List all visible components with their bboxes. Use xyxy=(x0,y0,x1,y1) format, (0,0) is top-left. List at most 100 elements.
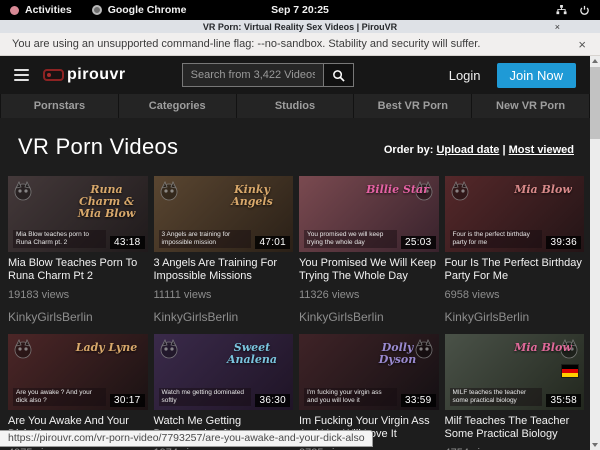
video-thumbnail[interactable]: Dolly Dyson I'm fucking your virgin ass a… xyxy=(299,334,439,410)
site-nav: PornstarsCategoriesStudiosBest VR PornNe… xyxy=(0,94,590,118)
studio-watermark-icon xyxy=(11,337,35,361)
page-title-row: VR Porn Videos Order by: Upload date | M… xyxy=(0,118,590,172)
join-now-button[interactable]: Join Now xyxy=(497,63,576,88)
order-by-label: Order by: xyxy=(384,144,434,156)
status-bar-url: https://pirouvr.com/vr-porn-video/779325… xyxy=(0,430,373,447)
nav-item-new-vr-porn[interactable]: New VR Porn xyxy=(471,94,590,118)
studio-watermark-icon xyxy=(157,179,181,203)
video-card[interactable]: Kinky Angels 3 Angels are training for im… xyxy=(154,176,294,324)
video-card[interactable]: Mia Blow MILF teaches the teacher some pr… xyxy=(445,334,585,450)
infobar-close-icon[interactable]: × xyxy=(578,37,588,52)
video-channel-link[interactable]: KinkyGirlsBerlin xyxy=(154,310,294,324)
thumbnail-overlay-title: Mia Blow xyxy=(507,342,579,354)
duration-badge: 39:36 xyxy=(546,236,581,249)
duration-badge: 30:17 xyxy=(110,394,145,407)
video-card[interactable]: Mia Blow Four is the perfect birthday par… xyxy=(445,176,585,324)
video-thumbnail[interactable]: Sweet Analena Watch me getting dominated … xyxy=(154,334,294,410)
thumbnail-caption: Four is the perfect birthday party for m… xyxy=(450,230,543,248)
video-channel-link[interactable]: KinkyGirlsBerlin xyxy=(8,310,148,324)
video-title[interactable]: Milf Teaches The Teacher Some Practical … xyxy=(445,415,585,441)
video-views: 19183 views xyxy=(8,289,148,301)
video-thumbnail[interactable]: Billie Star You promised we will keep try… xyxy=(299,176,439,252)
scrollbar-down-arrow[interactable] xyxy=(590,440,600,450)
video-thumbnail[interactable]: Runa Charm & Mia Blow Mia Blow teaches po… xyxy=(8,176,148,252)
order-link-most-viewed[interactable]: Most viewed xyxy=(509,144,574,156)
video-channel-link[interactable]: KinkyGirlsBerlin xyxy=(445,310,585,324)
site-header: pirouvr Login Join Now xyxy=(0,56,590,94)
order-link-upload-date[interactable]: Upload date xyxy=(436,144,499,156)
system-clock[interactable]: Sep 7 20:25 xyxy=(271,4,329,16)
search-input[interactable] xyxy=(182,63,324,87)
site-logo[interactable]: pirouvr xyxy=(43,66,126,84)
thumbnail-caption: 3 Angels are training for impossible mis… xyxy=(159,230,252,248)
thumbnail-caption: Watch me getting dominated softly xyxy=(159,388,252,406)
video-grid: Runa Charm & Mia Blow Mia Blow teaches po… xyxy=(0,172,590,450)
duration-badge: 36:30 xyxy=(255,394,290,407)
page-scrollbar[interactable] xyxy=(590,56,600,450)
thumbnail-caption: You promised we will keep trying the who… xyxy=(304,230,397,248)
site-logo-text: pirouvr xyxy=(67,66,126,84)
power-icon[interactable] xyxy=(579,5,590,16)
studio-watermark-icon xyxy=(11,179,35,203)
thumbnail-overlay-title: Kinky Angels xyxy=(216,184,288,208)
nav-item-studios[interactable]: Studios xyxy=(236,94,354,118)
video-title[interactable]: Four Is The Perfect Birthday Party For M… xyxy=(445,257,585,283)
scrollbar-thumb[interactable] xyxy=(590,67,600,139)
login-link[interactable]: Login xyxy=(449,68,481,83)
search-button[interactable] xyxy=(324,63,354,87)
video-thumbnail[interactable]: Lady Lyne Are you awake ? And your dick a… xyxy=(8,334,148,410)
video-card[interactable]: Runa Charm & Mia Blow Mia Blow teaches po… xyxy=(8,176,148,324)
thumbnail-overlay-title: Billie Star xyxy=(362,184,434,196)
search-icon xyxy=(332,69,345,82)
duration-badge: 47:01 xyxy=(255,236,290,249)
duration-badge: 35:58 xyxy=(546,394,581,407)
thumbnail-caption: I'm fucking your virgin ass and you will… xyxy=(304,388,397,406)
order-link-separator: | xyxy=(499,144,505,156)
system-top-bar: Activities Google Chrome Sep 7 20:25 xyxy=(0,0,600,20)
thumbnail-overlay-title: Sweet Analena xyxy=(216,342,288,366)
studio-watermark-icon xyxy=(448,179,472,203)
nav-item-best-vr-porn[interactable]: Best VR Porn xyxy=(353,94,471,118)
duration-badge: 25:03 xyxy=(401,236,436,249)
video-channel-link[interactable]: KinkyGirlsBerlin xyxy=(299,310,439,324)
video-views: 11111 views xyxy=(154,289,294,301)
network-icon[interactable] xyxy=(556,5,567,16)
video-thumbnail[interactable]: Kinky Angels 3 Angels are training for im… xyxy=(154,176,294,252)
search-bar xyxy=(182,63,354,87)
nav-item-categories[interactable]: Categories xyxy=(118,94,236,118)
infobar-message: You are using an unsupported command-lin… xyxy=(12,38,480,50)
thumbnail-overlay-title: Lady Lyne xyxy=(71,342,143,354)
browser-viewport: pirouvr Login Join Now PornstarsCategori… xyxy=(0,56,600,450)
vr-headset-logo-icon xyxy=(43,69,64,81)
duration-badge: 43:18 xyxy=(110,236,145,249)
focused-app-menu[interactable]: Google Chrome xyxy=(108,4,187,16)
duration-badge: 33:59 xyxy=(401,394,436,407)
video-thumbnail[interactable]: Mia Blow Four is the perfect birthday par… xyxy=(445,176,585,252)
video-card[interactable]: Billie Star You promised we will keep try… xyxy=(299,176,439,324)
video-title[interactable]: 3 Angels Are Training For Impossible Mis… xyxy=(154,257,294,283)
chrome-app-icon xyxy=(92,5,102,15)
tab-title[interactable]: VR Porn: Virtual Reality Sex Videos | Pi… xyxy=(0,22,600,32)
activities-button[interactable]: Activities xyxy=(25,4,72,16)
video-thumbnail[interactable]: Mia Blow MILF teaches the teacher some pr… xyxy=(445,334,585,410)
thumbnail-caption: MILF teaches the teacher some practical … xyxy=(450,388,543,406)
thumbnail-caption: Are you awake ? And your dick also ? xyxy=(13,388,106,406)
studio-watermark-icon xyxy=(157,337,181,361)
video-title[interactable]: You Promised We Will Keep Trying The Who… xyxy=(299,257,439,283)
thumbnail-overlay-title: Dolly Dyson xyxy=(362,342,434,366)
scrollbar-up-arrow[interactable] xyxy=(590,56,600,66)
thumbnail-overlay-title: Mia Blow xyxy=(507,184,579,196)
german-flag-icon xyxy=(561,364,579,378)
video-views: 6958 views xyxy=(445,289,585,301)
thumbnail-overlay-title: Runa Charm & Mia Blow xyxy=(71,184,143,220)
menu-hamburger-icon[interactable] xyxy=(14,69,29,82)
tab-close-icon[interactable]: × xyxy=(555,22,560,32)
video-title[interactable]: Mia Blow Teaches Porn To Runa Charm Pt 2 xyxy=(8,257,148,283)
order-by-controls: Order by: Upload date | Most viewed xyxy=(384,144,574,160)
browser-tab-bar: VR Porn: Virtual Reality Sex Videos | Pi… xyxy=(0,20,600,33)
thumbnail-caption: Mia Blow teaches porn to Runa Charm pt. … xyxy=(13,230,106,248)
nav-item-pornstars[interactable]: Pornstars xyxy=(0,94,118,118)
activities-indicator-icon xyxy=(10,6,19,15)
video-views: 11326 views xyxy=(299,289,439,301)
chrome-infobar: You are using an unsupported command-lin… xyxy=(0,33,600,56)
